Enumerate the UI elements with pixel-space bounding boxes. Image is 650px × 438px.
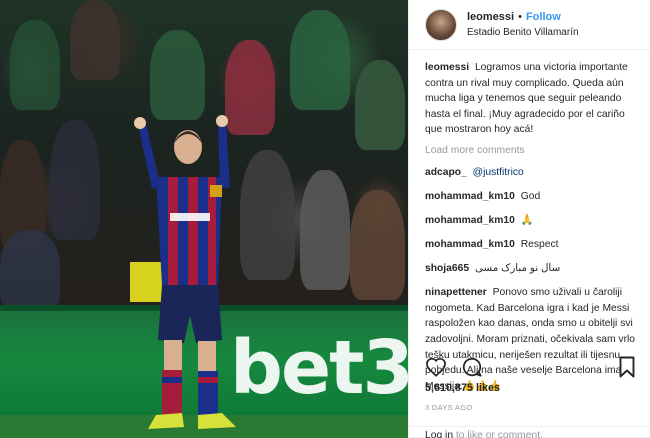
- comment: mohammad_km10 Respect: [425, 237, 643, 253]
- comment-username[interactable]: mohammad_km10: [425, 215, 515, 226]
- comments-list: leomessi Logramos una victoria important…: [425, 60, 643, 403]
- follow-button[interactable]: Follow: [526, 9, 561, 25]
- login-prompt-text: to like or comment.: [455, 430, 543, 438]
- header-line: leomessi • Follow: [467, 9, 579, 25]
- comment-text: God: [520, 191, 541, 203]
- bookmark-icon[interactable]: [616, 356, 638, 378]
- comment-username[interactable]: leomessi: [425, 62, 469, 73]
- login-prompt: Log in to like or comment.: [409, 426, 650, 438]
- location-link[interactable]: Estadio Benito Villamarín: [467, 25, 579, 41]
- caption: leomessi Logramos una victoria important…: [425, 60, 643, 138]
- comment-username[interactable]: shoja665: [425, 263, 469, 274]
- post-sidebar: leomessi • Follow Estadio Benito Villama…: [408, 0, 650, 438]
- load-more-comments-button[interactable]: Load more comments: [425, 145, 643, 156]
- player-figure: [134, 115, 236, 429]
- comment-username[interactable]: mohammad_km10: [425, 239, 515, 250]
- avatar[interactable]: [425, 8, 457, 41]
- comment-text: Logramos una victoria importante contra …: [425, 62, 628, 136]
- comment: shoja665 سال نو مبارک مسی: [425, 261, 643, 277]
- comment-icon[interactable]: [461, 356, 483, 378]
- post-photo[interactable]: bet3: [0, 0, 408, 438]
- comment-username[interactable]: adcapo_: [425, 167, 467, 178]
- login-link[interactable]: Log in: [425, 430, 453, 438]
- action-bar: [425, 355, 638, 379]
- comment: mohammad_km10 🙏: [425, 213, 643, 229]
- post-timestamp[interactable]: 3 DAYS AGO: [425, 403, 472, 412]
- comment-username[interactable]: mohammad_km10: [425, 191, 515, 202]
- comment: adcapo_ @justfitrico: [425, 165, 643, 181]
- comment: mohammad_km10 God: [425, 189, 643, 205]
- separator-dot: •: [518, 10, 522, 23]
- comment-username[interactable]: ninapettener: [425, 287, 487, 298]
- post-header: leomessi • Follow Estadio Benito Villama…: [409, 0, 650, 50]
- comment-text: 🙏: [520, 215, 534, 227]
- instagram-post: bet3 leomessi • Follow Estadio Benito Vi…: [0, 0, 650, 438]
- heart-icon[interactable]: [425, 356, 447, 378]
- likes-count[interactable]: 5,610,875 likes: [425, 382, 500, 394]
- comment-text: سال نو مبارک مسی: [474, 263, 561, 275]
- comment-mention[interactable]: @justfitrico: [473, 167, 524, 178]
- header-text: leomessi • Follow Estadio Benito Villama…: [467, 9, 579, 41]
- header-username[interactable]: leomessi: [467, 9, 514, 25]
- comment-text: Respect: [520, 239, 559, 251]
